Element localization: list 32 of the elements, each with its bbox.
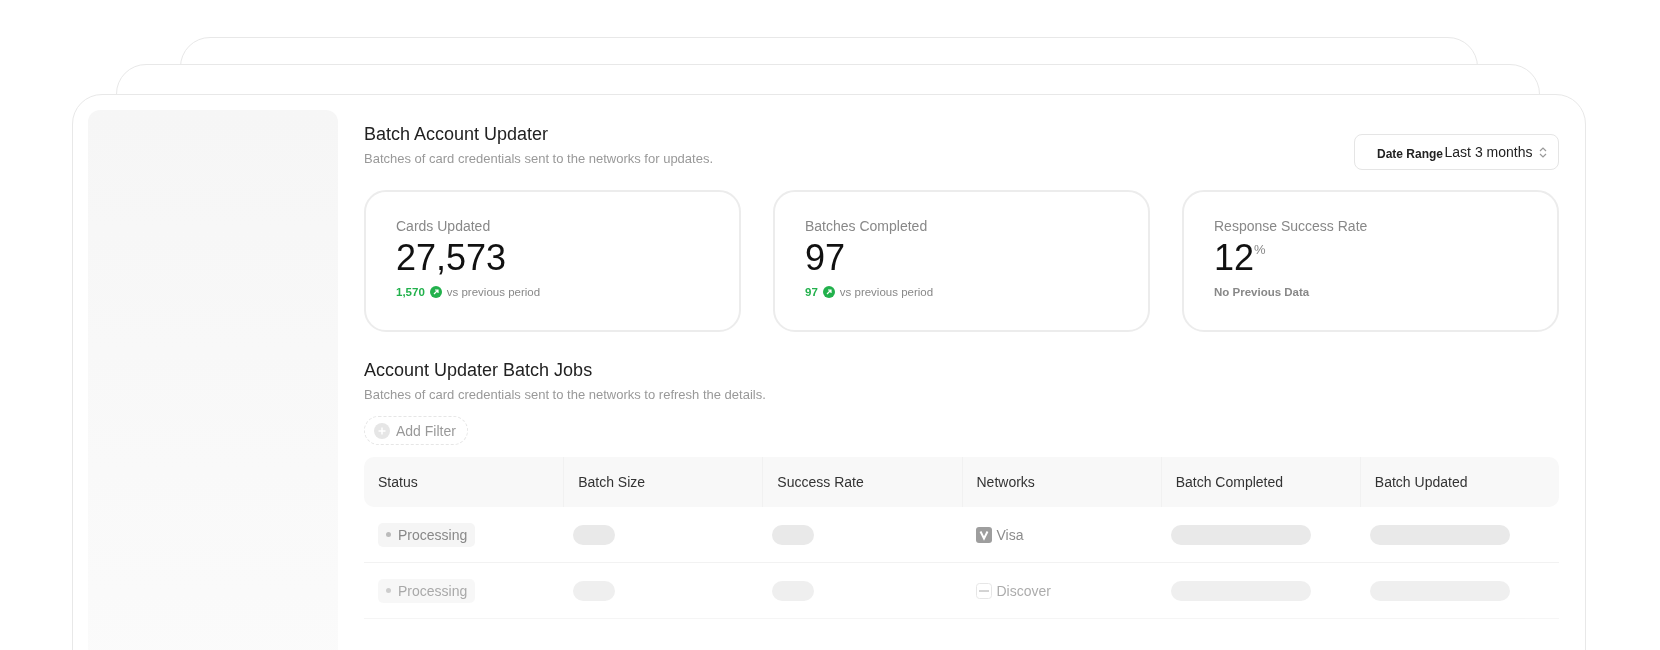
column-header: Batch Size bbox=[563, 457, 763, 507]
column-header: Success Rate bbox=[762, 457, 962, 507]
section-title: Account Updater Batch Jobs bbox=[364, 360, 594, 381]
status-badge: Processing bbox=[378, 522, 476, 547]
stat-label: Batches Completed bbox=[805, 218, 929, 234]
change-note: No Previous Data bbox=[1214, 285, 1310, 298]
change-value: 97 bbox=[805, 285, 818, 298]
network-name: Visa bbox=[996, 526, 1024, 543]
page-title: Batch Account Updater bbox=[364, 124, 550, 145]
column-header: Status bbox=[377, 473, 419, 492]
stat-value: 97 bbox=[805, 238, 846, 278]
column-header: Batch Updated bbox=[1359, 457, 1559, 507]
column-header: Batch Completed bbox=[1160, 457, 1360, 507]
v-letter-icon bbox=[975, 526, 992, 543]
stat-unit: % bbox=[1254, 242, 1266, 257]
chevron-icon bbox=[1539, 145, 1547, 159]
trend-up-icon bbox=[822, 285, 835, 298]
column-header: Networks bbox=[961, 457, 1161, 507]
change-value: 1,570 bbox=[396, 285, 425, 298]
page-subtitle: Batches of card credentials sent to the networks for updates. bbox=[364, 151, 714, 166]
change-note: vs previous period bbox=[446, 285, 541, 298]
stat-value: 12 bbox=[1214, 238, 1255, 278]
status-badge: Processing bbox=[378, 578, 476, 603]
card-logo-icon bbox=[975, 582, 992, 599]
network-name: Discover bbox=[996, 582, 1051, 599]
change-note: vs previous period bbox=[839, 285, 934, 298]
plus-icon bbox=[374, 422, 390, 439]
stat-value: 27,573 bbox=[396, 238, 507, 278]
stat-label: Cards Updated bbox=[396, 218, 492, 234]
section-subtitle: Batches of card credentials sent to the networks to refresh the details. bbox=[364, 387, 767, 402]
trend-up-icon bbox=[429, 285, 442, 298]
stat-label: Response Success Rate bbox=[1214, 218, 1369, 234]
